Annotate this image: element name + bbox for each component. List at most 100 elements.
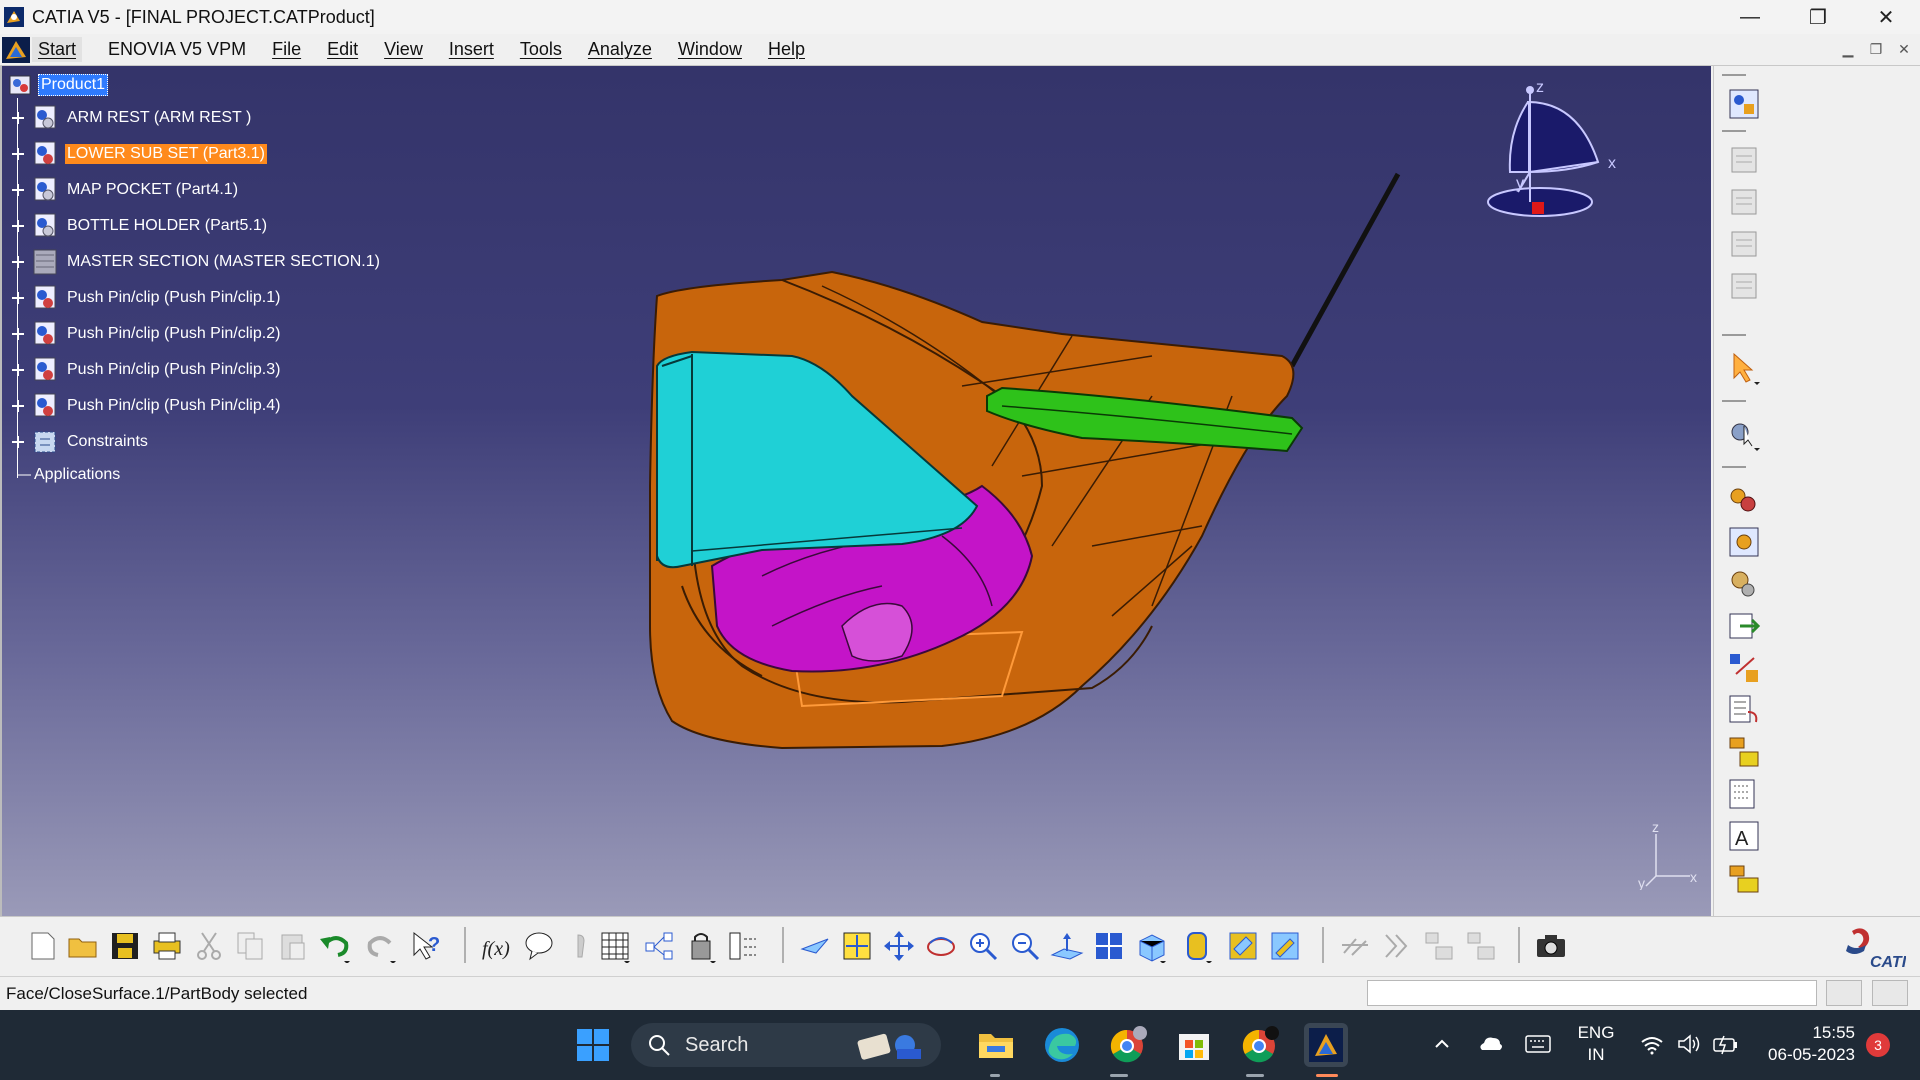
manipulation-icon[interactable] <box>1726 416 1762 452</box>
select-arrow-icon[interactable] <box>1726 350 1762 386</box>
print-icon[interactable] <box>150 929 184 963</box>
whats-this-help-icon[interactable]: ? <box>410 929 444 963</box>
doc-minimize-button[interactable]: ▁ <box>1836 38 1860 60</box>
catalog-lock-icon[interactable] <box>684 929 718 963</box>
redo-icon[interactable] <box>364 929 398 963</box>
undo-icon[interactable] <box>318 929 352 963</box>
doc-restore-button[interactable]: ❐ <box>1864 38 1888 60</box>
new-file-icon[interactable] <box>26 929 60 963</box>
close-button[interactable]: ✕ <box>1852 0 1920 34</box>
update-gears-icon[interactable] <box>1726 524 1762 560</box>
toolbar-separator <box>1722 466 1746 468</box>
chrome-taskbar-icon[interactable] <box>1238 1023 1282 1067</box>
system-clock[interactable]: 15:55 06-05-2023 <box>1755 1022 1855 1066</box>
menu-edit[interactable]: Edit <box>327 39 358 60</box>
axis-z-label: z <box>1652 819 1659 835</box>
3d-viewport[interactable]: Product1 ARM REST (ARM REST ) LOWER SUB … <box>0 66 1711 916</box>
explode-icon[interactable] <box>1726 650 1762 686</box>
relations-icon[interactable] <box>726 929 760 963</box>
menu-tools[interactable]: Tools <box>520 39 562 60</box>
zoom-out-icon[interactable] <box>1008 929 1042 963</box>
status-button-1[interactable] <box>1826 980 1862 1006</box>
menu-help[interactable]: Help <box>768 39 805 60</box>
pan-icon[interactable] <box>882 929 916 963</box>
multi-view-icon[interactable] <box>1092 929 1126 963</box>
catia-app-icon <box>4 7 24 27</box>
quick-view-cube-icon[interactable] <box>1134 929 1168 963</box>
capture-camera-icon[interactable] <box>1534 929 1568 963</box>
3d-compass[interactable]: z x y <box>1468 72 1618 242</box>
language-indicator[interactable]: ENG IN <box>1572 1022 1620 1066</box>
menu-bar: Start ENOVIA V5 VPM File Edit View Inser… <box>0 34 1920 66</box>
edge-taskbar-icon[interactable] <box>1040 1023 1084 1067</box>
zoom-in-icon[interactable] <box>966 929 1000 963</box>
catia-logo-icon[interactable] <box>2 36 30 63</box>
existing-component-icon[interactable] <box>1726 268 1762 304</box>
constraint-gears-icon[interactable] <box>1726 482 1762 518</box>
notification-badge[interactable]: 3 <box>1866 1033 1890 1057</box>
restore-button[interactable]: ❐ <box>1784 0 1852 34</box>
rotate-icon[interactable] <box>924 929 958 963</box>
new-product-icon[interactable] <box>1726 184 1762 220</box>
tree-reorder-icon[interactable] <box>1726 734 1762 770</box>
fit-all-in-icon[interactable] <box>840 929 874 963</box>
taskbar-search[interactable]: Search <box>631 1023 941 1067</box>
structure-tool-disabled-icon[interactable] <box>1464 929 1498 963</box>
hide-show-icon[interactable] <box>1226 929 1260 963</box>
menu-start[interactable]: Start <box>32 37 83 62</box>
generate-numbering-icon[interactable] <box>1726 776 1762 812</box>
bill-of-material-icon[interactable] <box>1726 692 1762 728</box>
catia-taskbar-icon[interactable] <box>1304 1023 1348 1067</box>
parameter-icon[interactable] <box>564 929 598 963</box>
toolbar-separator <box>1722 74 1746 76</box>
menu-view[interactable]: View <box>384 39 423 60</box>
paste-icon[interactable] <box>276 929 310 963</box>
battery-charging-icon[interactable] <box>1712 1032 1740 1056</box>
status-bar: Face/CloseSurface.1/PartBody selected <box>0 976 1920 1010</box>
catalog-browser-icon[interactable] <box>1726 860 1762 896</box>
cut-icon[interactable] <box>192 929 226 963</box>
ds-catia-logo: CATIA <box>1846 928 1906 971</box>
volume-icon[interactable] <box>1676 1032 1702 1056</box>
fly-mode-icon[interactable] <box>798 929 832 963</box>
3d-model-door-trim[interactable] <box>2 66 1711 916</box>
doc-close-button[interactable]: ✕ <box>1892 38 1916 60</box>
menu-insert[interactable]: Insert <box>449 39 494 60</box>
text-annotation-icon[interactable]: A <box>1726 818 1762 854</box>
wifi-icon[interactable] <box>1640 1032 1664 1056</box>
onedrive-cloud-icon[interactable] <box>1478 1032 1504 1056</box>
status-button-2[interactable] <box>1872 980 1908 1006</box>
menu-analyze[interactable]: Analyze <box>588 39 652 60</box>
copy-icon[interactable] <box>234 929 268 963</box>
shading-icon[interactable] <box>1180 929 1214 963</box>
file-explorer-taskbar-icon[interactable] <box>974 1023 1018 1067</box>
save-icon[interactable] <box>108 929 142 963</box>
design-table-icon[interactable] <box>598 929 632 963</box>
windows-start-button[interactable] <box>571 1023 615 1067</box>
gears-settings-icon[interactable] <box>1726 566 1762 602</box>
compass-y-label: y <box>1516 175 1524 192</box>
normal-view-icon[interactable] <box>1050 929 1084 963</box>
menu-window[interactable]: Window <box>678 39 742 60</box>
product-structure-icon[interactable] <box>1726 86 1762 122</box>
show-hidden-icons-icon[interactable] <box>1432 1034 1452 1054</box>
export-arrow-icon[interactable] <box>1726 608 1762 644</box>
comment-balloon-icon[interactable] <box>522 929 556 963</box>
tree-tool-disabled-icon[interactable] <box>1422 929 1456 963</box>
search-icon <box>649 1035 670 1056</box>
new-part-icon[interactable] <box>1726 226 1762 262</box>
chrome-profile-taskbar-icon[interactable] <box>1106 1023 1150 1067</box>
command-input[interactable] <box>1367 980 1817 1006</box>
new-component-icon[interactable] <box>1726 142 1762 178</box>
open-folder-icon[interactable] <box>66 929 100 963</box>
knowledge-network-icon[interactable] <box>642 929 676 963</box>
formula-fx-icon[interactable]: f(x) <box>480 929 514 963</box>
keyboard-icon[interactable] <box>1524 1032 1552 1056</box>
tools-disabled-icon[interactable] <box>1338 929 1372 963</box>
swap-visible-space-icon[interactable] <box>1268 929 1302 963</box>
microsoft-store-taskbar-icon[interactable] <box>1172 1023 1216 1067</box>
menu-enovia[interactable]: ENOVIA V5 VPM <box>108 39 246 60</box>
forward-disabled-icon[interactable] <box>1380 929 1414 963</box>
minimize-button[interactable]: — <box>1716 0 1784 34</box>
menu-file[interactable]: File <box>272 39 301 60</box>
